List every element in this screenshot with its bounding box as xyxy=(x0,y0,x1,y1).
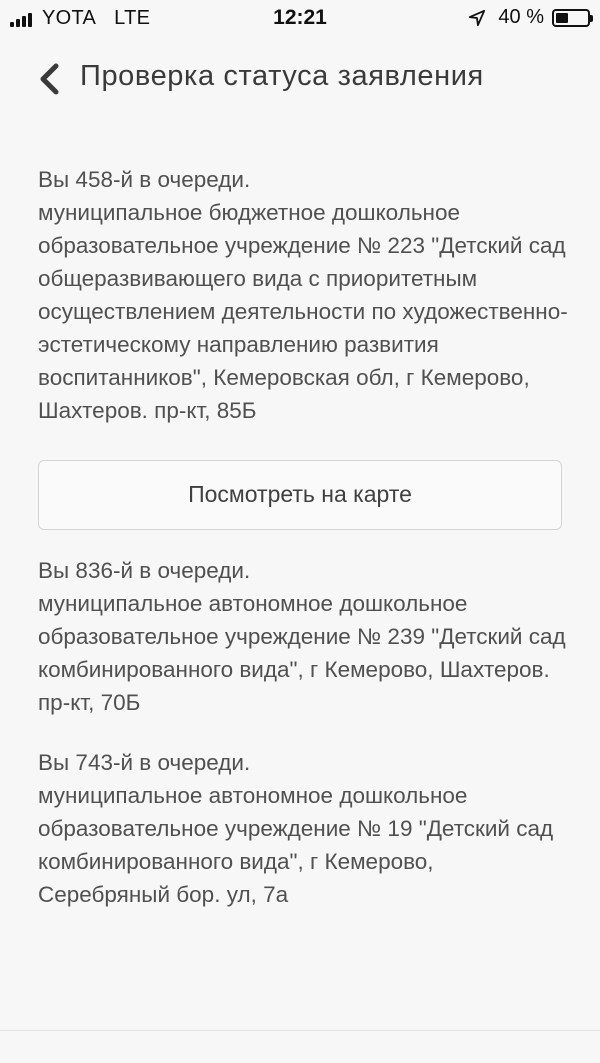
queue-entry: Вы 743-й в очереди. муниципальное автоно… xyxy=(38,746,568,911)
battery-percent: 40 % xyxy=(498,6,544,28)
back-button[interactable] xyxy=(36,62,66,96)
institution-description: муниципальное бюджетное дошкольное образ… xyxy=(38,200,568,423)
location-arrow-icon xyxy=(469,9,486,26)
institution-description: муниципальное автономное дошкольное обра… xyxy=(38,591,566,715)
queue-entry: Вы 458-й в очереди. муниципальное бюджет… xyxy=(38,163,568,427)
institution-description: муниципальное автономное дошкольное обра… xyxy=(38,783,554,907)
queue-list: Вы 458-й в очереди. муниципальное бюджет… xyxy=(38,163,568,911)
status-bar: YOTA LTE 12:21 40 % xyxy=(0,0,600,36)
bottom-divider xyxy=(0,1030,600,1031)
queue-entry: Вы 836-й в очереди. муниципальное автоно… xyxy=(38,554,568,719)
view-on-map-button[interactable]: Посмотреть на карте xyxy=(38,460,562,530)
page-title: Проверка статуса заявления xyxy=(80,60,484,92)
nav-bar: Проверка статуса заявления xyxy=(0,50,600,110)
status-right: 40 % xyxy=(468,6,593,29)
battery-icon xyxy=(552,8,593,27)
queue-position: Вы 836-й в очереди. xyxy=(38,558,251,583)
chevron-left-icon xyxy=(40,63,59,95)
queue-position: Вы 458-й в очереди. xyxy=(38,167,251,192)
battery-fill xyxy=(556,12,568,23)
queue-position: Вы 743-й в очереди. xyxy=(38,750,251,775)
